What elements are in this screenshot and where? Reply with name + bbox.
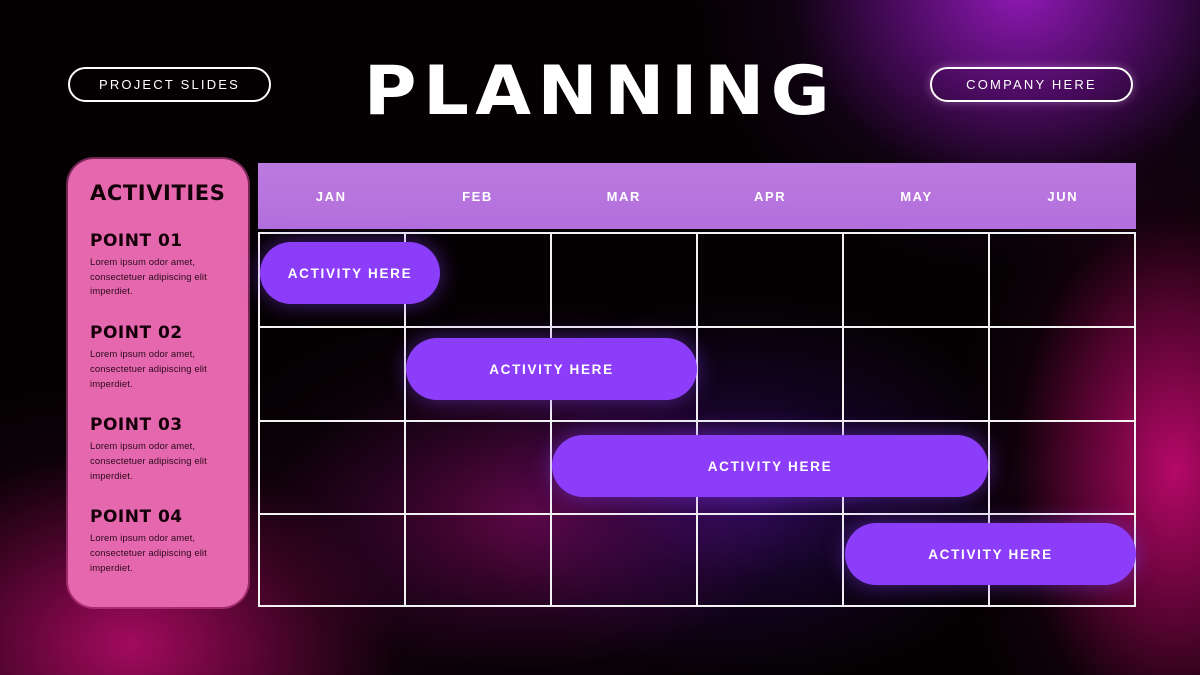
month-header-mar: MAR (606, 188, 642, 204)
planning-timeline-table: JAN FEB MAR APR MAY JUN ACTIVITY HERE AC… (258, 163, 1136, 607)
activities-sidebar: ACTIVITIES POINT 01 Lorem ipsum odor ame… (68, 159, 248, 607)
point-title: POINT 04 (90, 507, 183, 528)
grid-cell[interactable] (988, 421, 1136, 514)
grid-cell[interactable] (696, 327, 842, 420)
point-description: Lorem ipsum odor amet, consectetuer adip… (90, 257, 207, 298)
timeline-header-row: JAN FEB MAR APR MAY JUN (258, 163, 1136, 229)
grid-cell[interactable] (550, 234, 696, 326)
company-here-pill[interactable]: COMPANY HERE (930, 67, 1133, 102)
point-description: Lorem ipsum odor amet, consectetuer adip… (90, 441, 207, 482)
grid-cell[interactable] (842, 234, 988, 326)
point-title: POINT 02 (90, 323, 183, 344)
activity-bar-row-3[interactable]: ACTIVITY HERE (552, 435, 988, 497)
sidebar-point-03[interactable]: POINT 03 Lorem ipsum odor amet, consecte… (90, 415, 228, 484)
grid-cell[interactable] (258, 515, 404, 605)
month-header-jun: JUN (1047, 188, 1079, 204)
sidebar-point-04[interactable]: POINT 04 Lorem ipsum odor amet, consecte… (90, 507, 228, 576)
grid-cell[interactable] (988, 234, 1136, 326)
month-header-may: MAY (900, 188, 933, 204)
point-description: Lorem ipsum odor amet, consectetuer adip… (90, 533, 207, 574)
grid-cell[interactable] (550, 515, 696, 605)
activity-bar-row-2[interactable]: ACTIVITY HERE (406, 338, 697, 400)
sidebar-point-01[interactable]: POINT 01 Lorem ipsum odor amet, consecte… (90, 231, 228, 300)
month-header-jan: JAN (315, 188, 347, 204)
grid-cell[interactable] (696, 234, 842, 326)
table-row (258, 325, 1136, 420)
slide-canvas: PROJECT SLIDES PLANNING COMPANY HERE ACT… (0, 0, 1200, 675)
month-header-apr: APR (754, 188, 787, 204)
grid-cell[interactable] (258, 421, 404, 514)
point-title: POINT 03 (90, 415, 183, 436)
grid-cell[interactable] (258, 327, 404, 420)
point-description: Lorem ipsum odor amet, consectetuer adip… (90, 349, 207, 390)
grid-cell[interactable] (404, 515, 550, 605)
activity-bar-row-1[interactable]: ACTIVITY HERE (260, 242, 440, 304)
sidebar-title: ACTIVITIES (90, 181, 226, 205)
grid-cell[interactable] (696, 515, 842, 605)
point-title: POINT 01 (90, 231, 183, 251)
sidebar-point-02[interactable]: POINT 02 Lorem ipsum odor amet, consecte… (90, 323, 228, 392)
grid-cell[interactable] (404, 421, 550, 514)
grid-cell[interactable] (988, 327, 1136, 420)
grid-cell[interactable] (842, 327, 988, 420)
activity-bar-row-4[interactable]: ACTIVITY HERE (845, 523, 1136, 585)
month-header-feb: FEB (462, 188, 493, 204)
